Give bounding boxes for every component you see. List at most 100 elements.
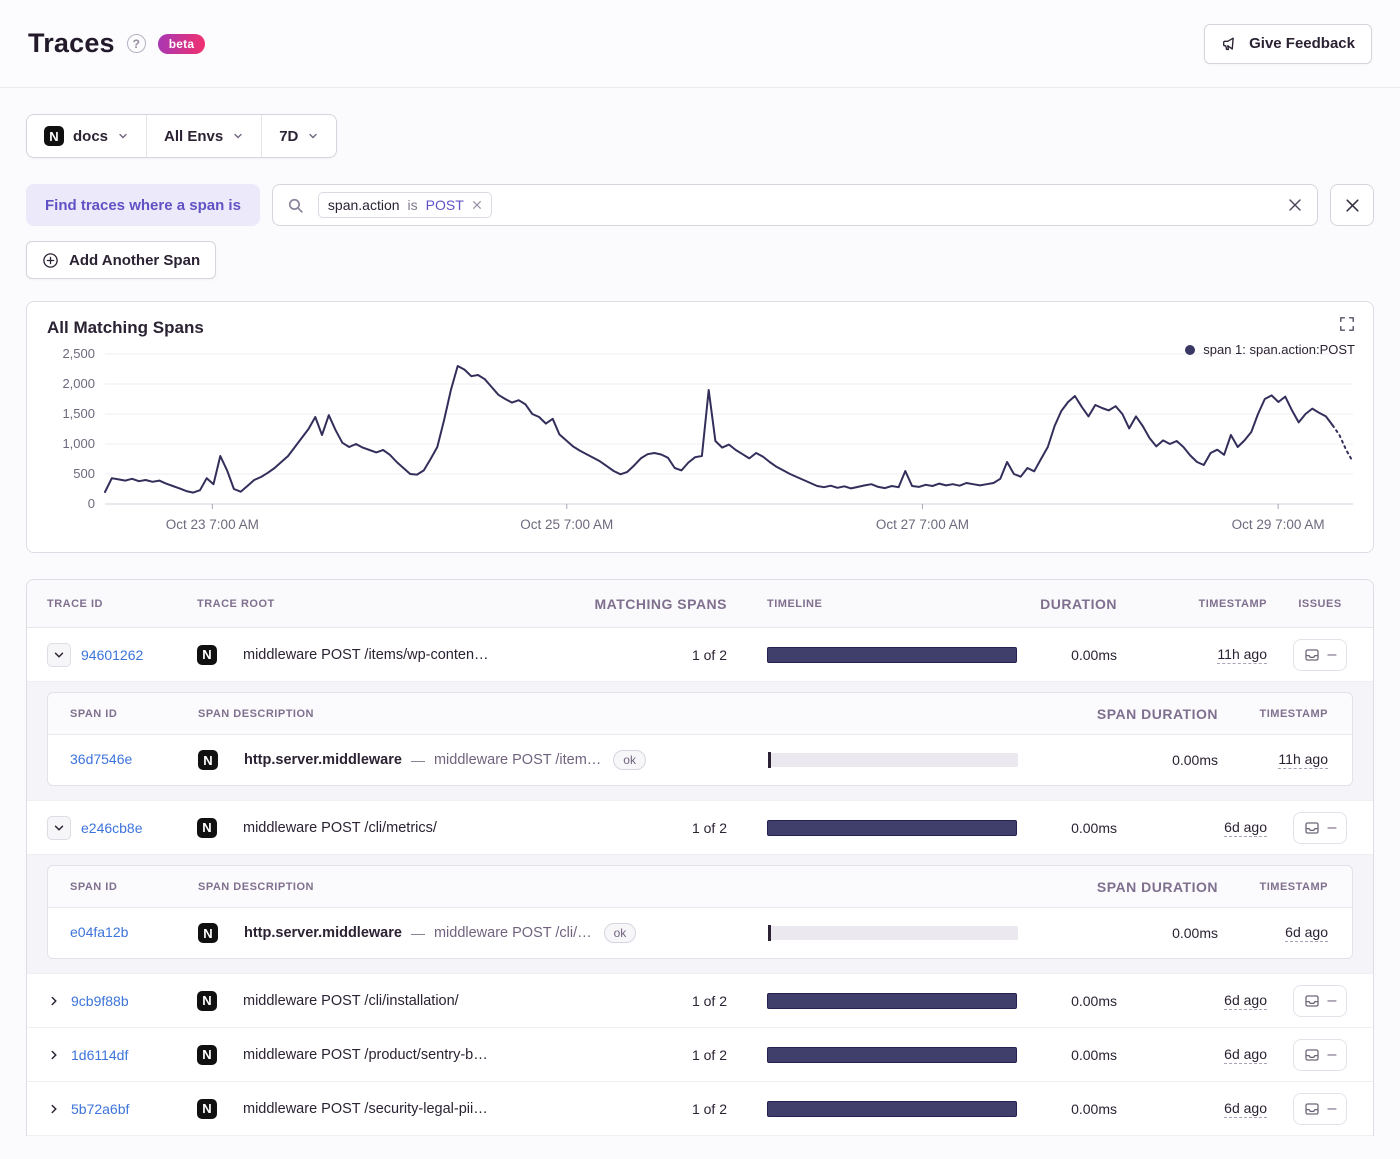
duration-value: 0.00ms (1027, 1101, 1117, 1117)
page-title: Traces (28, 28, 115, 59)
beta-badge: beta (158, 34, 205, 54)
span-status-badge: ok (604, 923, 637, 943)
svg-text:1,000: 1,000 (62, 436, 95, 451)
span-timestamp-value[interactable]: 11h ago (1278, 751, 1328, 769)
svg-text:2,000: 2,000 (62, 376, 95, 391)
matching-spans-count: 1 of 2 (587, 1101, 727, 1117)
svg-text:Oct 27 7:00 AM: Oct 27 7:00 AM (876, 517, 969, 532)
add-another-span-button[interactable]: Add Another Span (26, 241, 216, 279)
timestamp-value[interactable]: 6d ago (1224, 992, 1267, 1010)
app-header: Traces ? beta Give Feedback (0, 0, 1400, 88)
nextjs-project-icon: N (197, 645, 217, 665)
project-filter[interactable]: N docs (27, 115, 146, 157)
trace-root-label: middleware POST /cli/metrics/ (243, 820, 437, 836)
traces-table: TRACE ID TRACE ROOT MATCHING SPANS TIMEL… (26, 579, 1374, 1136)
expand-chevron-icon[interactable] (47, 1048, 61, 1062)
date-range-filter[interactable]: 7D (261, 115, 336, 157)
timestamp-value[interactable]: 6d ago (1224, 819, 1267, 837)
expand-chevron-icon[interactable] (47, 994, 61, 1008)
span-row[interactable]: e04fa12b N http.server.middleware — midd… (48, 908, 1352, 958)
trace-root-label: middleware POST /product/sentry-b… (243, 1047, 488, 1063)
environment-filter[interactable]: All Envs (146, 115, 261, 157)
chevron-down-icon (117, 130, 129, 142)
trace-id-link[interactable]: 9cb9f88b (71, 993, 129, 1009)
close-icon (1344, 197, 1361, 214)
trace-id-link[interactable]: e246cb8e (81, 820, 143, 836)
issues-chip[interactable]: – (1293, 1039, 1348, 1071)
remove-token-icon[interactable] (472, 200, 482, 210)
svg-text:Oct 29 7:00 AM: Oct 29 7:00 AM (1232, 517, 1325, 532)
issues-icon (1304, 647, 1320, 663)
all-matching-spans-panel: All Matching Spans span 1: span.action:P… (26, 301, 1374, 553)
issues-count-placeholder: – (1328, 1046, 1337, 1064)
issues-chip[interactable]: – (1293, 1093, 1348, 1125)
expand-chevron-icon[interactable] (47, 1102, 61, 1116)
trace-row[interactable]: 1d6114df N middleware POST /product/sent… (27, 1028, 1373, 1082)
token-operator: is (408, 197, 418, 213)
nextjs-project-icon: N (197, 1099, 217, 1119)
help-icon[interactable]: ? (127, 34, 146, 53)
collapse-chevron-icon[interactable] (47, 643, 71, 667)
timestamp-value[interactable]: 11h ago (1217, 646, 1267, 664)
col-span-timestamp: TIMESTAMP (1218, 708, 1352, 720)
span-id-link[interactable]: 36d7546e (70, 751, 132, 767)
project-filter-label: docs (73, 128, 108, 145)
fullscreen-icon[interactable] (1339, 316, 1355, 332)
give-feedback-button[interactable]: Give Feedback (1204, 24, 1372, 64)
span-op-label: http.server.middleware (244, 752, 402, 768)
collapse-chevron-icon[interactable] (47, 816, 71, 840)
col-span-description: SPAN DESCRIPTION (192, 881, 752, 893)
search-filter-token[interactable]: span.action is POST (318, 192, 492, 218)
trace-row[interactable]: 9cb9f88b N middleware POST /cli/installa… (27, 974, 1373, 1028)
issues-icon (1304, 820, 1320, 836)
matching-spans-count: 1 of 2 (587, 993, 727, 1009)
trace-row[interactable]: e246cb8e N middleware POST /cli/metrics/… (27, 801, 1373, 855)
span-duration-value: 0.00ms (1028, 925, 1218, 941)
matching-spans-count: 1 of 2 (587, 820, 727, 836)
svg-text:2,500: 2,500 (62, 346, 95, 361)
trace-id-link[interactable]: 1d6114df (71, 1047, 128, 1063)
feedback-label: Give Feedback (1249, 35, 1355, 52)
col-span-id: SPAN ID (48, 881, 192, 893)
expanded-spans-panel: SPAN ID SPAN DESCRIPTION SPAN DURATION T… (27, 855, 1373, 974)
chevron-down-icon (307, 130, 319, 142)
expanded-spans-panel: SPAN ID SPAN DESCRIPTION SPAN DURATION T… (27, 682, 1373, 801)
span-search-input[interactable]: span.action is POST (272, 184, 1318, 226)
span-timeline-bar (768, 753, 1018, 767)
col-matching-spans: MATCHING SPANS (587, 596, 727, 612)
span-timeline-tick (768, 925, 771, 941)
nextjs-project-icon: N (198, 750, 218, 770)
issues-chip[interactable]: – (1293, 639, 1348, 671)
span-timestamp-value[interactable]: 6d ago (1285, 924, 1328, 942)
duration-value: 0.00ms (1027, 1047, 1117, 1063)
matching-spans-count: 1 of 2 (587, 647, 727, 663)
nextjs-project-icon: N (197, 1045, 217, 1065)
span-timeline-bar (768, 926, 1018, 940)
timestamp-value[interactable]: 6d ago (1224, 1046, 1267, 1064)
timestamp-value[interactable]: 6d ago (1224, 1100, 1267, 1118)
col-span-timestamp: TIMESTAMP (1218, 881, 1352, 893)
svg-text:0: 0 (88, 496, 95, 511)
span-timeline-tick (768, 752, 771, 768)
spans-line-chart[interactable]: 05001,0001,5002,0002,500Oct 23 7:00 AMOc… (43, 346, 1359, 548)
issues-chip[interactable]: – (1293, 812, 1348, 844)
span-id-link[interactable]: e04fa12b (70, 924, 128, 940)
chart-legend[interactable]: span 1: span.action:POST (1185, 342, 1355, 357)
col-timeline: TIMELINE (727, 598, 1027, 610)
trace-row[interactable]: 5b72a6bf N middleware POST /security-leg… (27, 1082, 1373, 1136)
span-row[interactable]: 36d7546e N http.server.middleware — midd… (48, 735, 1352, 785)
issues-chip[interactable]: – (1293, 985, 1348, 1017)
trace-row[interactable]: 94601262 N middleware POST /items/wp-con… (27, 628, 1373, 682)
remove-span-query-button[interactable] (1330, 184, 1374, 226)
clear-search-icon[interactable] (1287, 197, 1303, 213)
svg-text:Oct 23 7:00 AM: Oct 23 7:00 AM (166, 517, 259, 532)
trace-id-link[interactable]: 5b72a6bf (71, 1101, 129, 1117)
nextjs-project-icon: N (197, 818, 217, 838)
megaphone-icon (1221, 35, 1239, 53)
span-description-label: middleware POST /item… (434, 752, 601, 768)
op-separator: — (411, 925, 425, 941)
col-duration: DURATION (1027, 596, 1117, 612)
trace-id-link[interactable]: 94601262 (81, 647, 143, 663)
issues-count-placeholder: – (1328, 819, 1337, 837)
add-span-label: Add Another Span (69, 252, 200, 269)
